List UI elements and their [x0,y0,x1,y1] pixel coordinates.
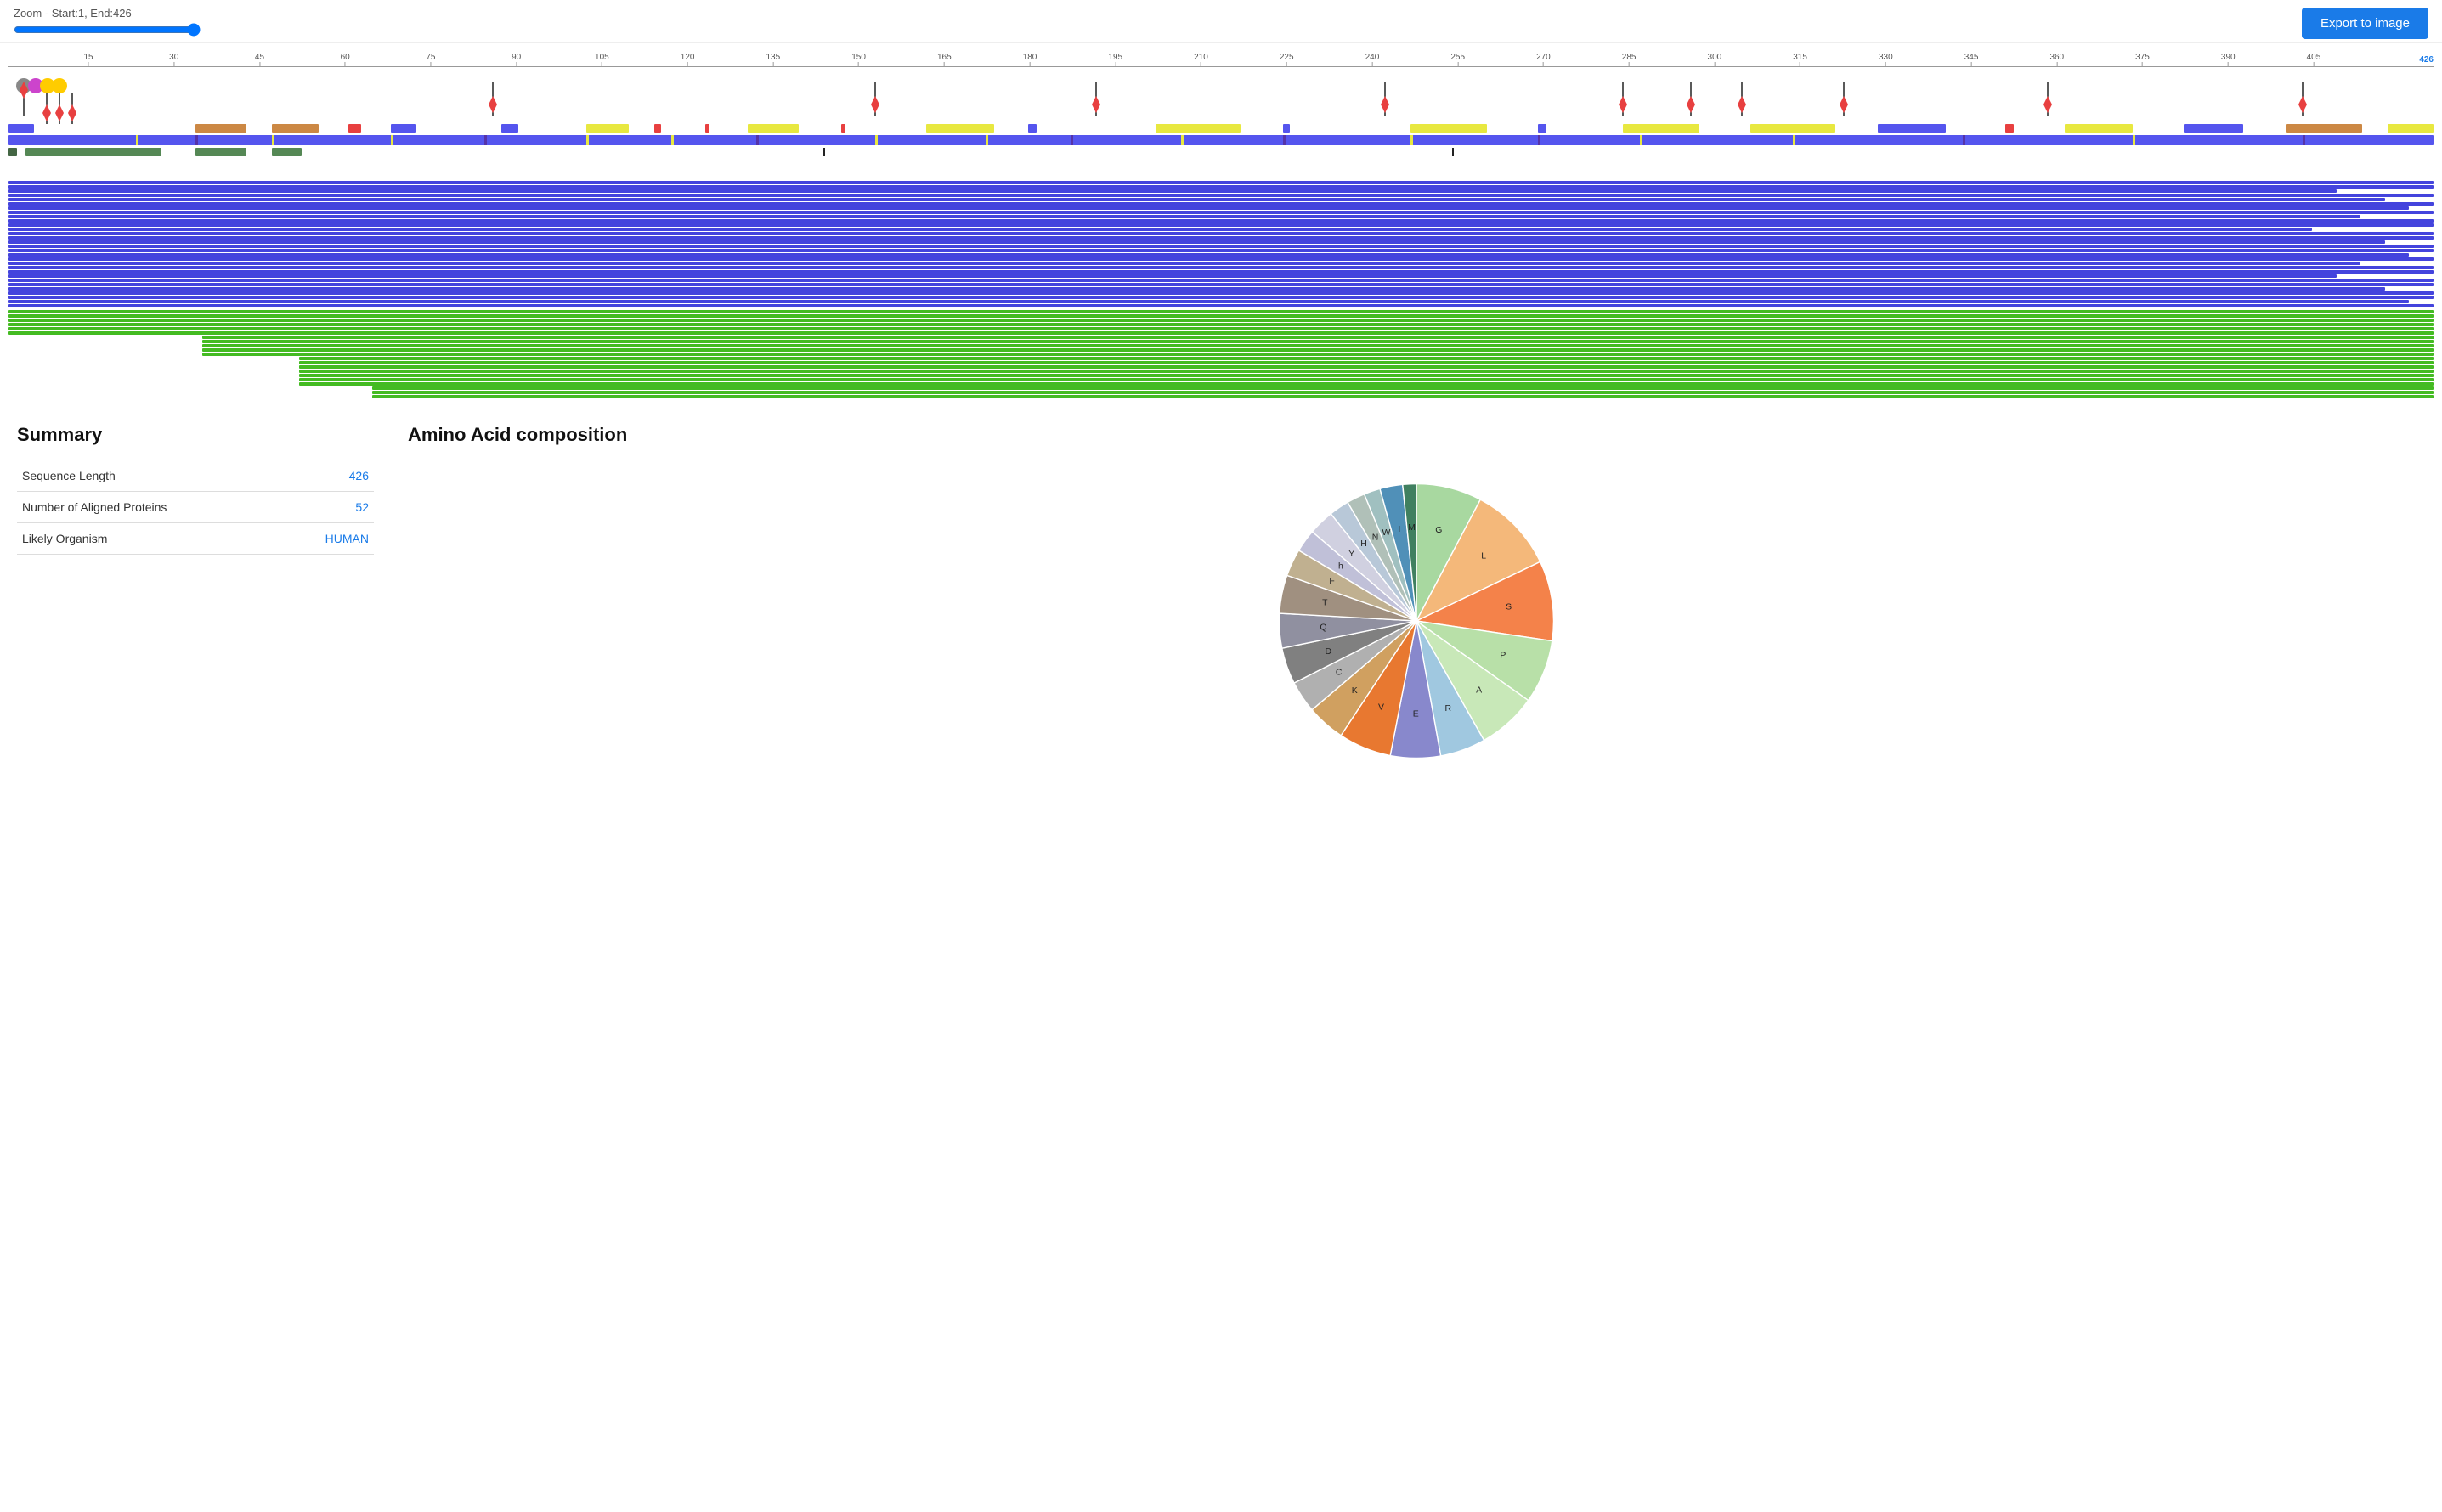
summary-label: Sequence Length [22,469,116,482]
ruler-tick: 240 [1365,53,1380,66]
pie-label: H [1360,539,1367,549]
ruler-tick: 90 [512,53,521,66]
ruler-tick: 330 [1879,53,1893,66]
summary-label: Likely Organism [22,532,107,545]
summary-title: Summary [17,424,374,446]
pie-label: V [1378,702,1384,712]
ruler-tick: 360 [2049,53,2064,66]
pie-label: S [1506,602,1512,612]
ruler-tick: 75 [426,53,435,66]
read-tracks [8,181,2434,398]
summary-row: Likely Organism HUMAN [17,523,374,555]
ruler-tick: 45 [255,53,264,66]
summary-value: 426 [349,469,369,482]
pie-label: h [1338,562,1343,572]
summary-value: HUMAN [325,532,369,545]
ruler-tick: 135 [766,53,781,66]
annotation-track [8,69,2434,179]
pie-chart-container: G L S P A R E V KC D Q T FhYHNWIM [408,460,2425,782]
pie-label: R [1445,704,1452,714]
summary-section: Summary Sequence Length 426 Number of Alig… [17,424,374,782]
pie-label: Y [1348,550,1354,559]
amino-acid-section: Amino Acid composition G L S P A R E V KC D Q T FhYH… [408,424,2425,782]
ruler-tick: 165 [937,53,952,66]
ruler-tick: 285 [1622,53,1636,66]
summary-row: Sequence Length 426 [17,460,374,492]
ruler-tick: 375 [2135,53,2150,66]
ruler-tick: 390 [2221,53,2236,66]
pie-label: M [1408,523,1416,533]
ruler-tick: 405 [2307,53,2321,66]
ruler-tick: 300 [1708,53,1722,66]
pie-label: D [1326,647,1332,657]
ruler-tick: 270 [1536,53,1551,66]
pie-label: P [1500,652,1506,661]
pie-label: W [1382,528,1390,538]
summary-label: Number of Aligned Proteins [22,500,167,514]
export-button[interactable]: Export to image [2302,8,2428,39]
ruler-tick: 315 [1793,53,1807,66]
pie-label: C [1336,669,1343,678]
ruler-tick: 120 [681,53,695,66]
pie-label: E [1413,710,1419,719]
pie-label: I [1398,525,1400,534]
zoom-label: Zoom - Start:1, End:426 [14,7,201,20]
pie-label: K [1352,686,1358,696]
ruler-tick: 255 [1450,53,1465,66]
ruler-tick: 225 [1280,53,1294,66]
summary-rows: Sequence Length 426 Number of Aligned Prot… [17,460,374,555]
summary-value: 52 [355,500,369,514]
ruler-tick: 195 [1108,53,1122,66]
ruler-tick: 30 [169,53,178,66]
ruler-tick: 15 [83,53,93,66]
amino-acid-title: Amino Acid composition [408,424,2425,446]
ruler-tick: 60 [341,53,350,66]
pie-label: Q [1320,623,1326,633]
pie-label: G [1435,526,1442,535]
pie-label: T [1322,598,1328,607]
amino-acid-pie-chart: G L S P A R E V KC D Q T FhYHNWIM [1238,460,1595,782]
pie-label: N [1372,533,1379,542]
pie-label: A [1476,685,1482,695]
summary-row: Number of Aligned Proteins 52 [17,492,374,523]
ruler-tick: 150 [851,53,866,66]
genome-ruler: 426 153045607590105120135150165180195210… [8,48,2434,67]
zoom-slider[interactable] [14,23,201,37]
ruler-tick: 105 [595,53,609,66]
pie-label: L [1481,552,1486,561]
ruler-tick: 180 [1023,53,1037,66]
ruler-tick: 210 [1194,53,1208,66]
pie-label: F [1329,577,1334,586]
ruler-tick: 345 [1964,53,1979,66]
